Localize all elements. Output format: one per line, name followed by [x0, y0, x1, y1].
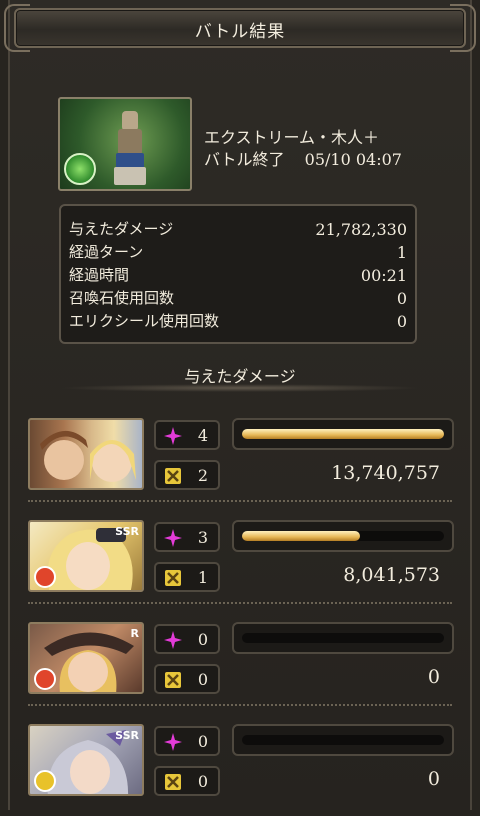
rarity-badge: SSR	[115, 525, 139, 538]
ability-icon	[165, 570, 181, 586]
duo-portrait	[40, 430, 136, 482]
damage-bar-track	[242, 735, 444, 745]
ougi-count: 4	[197, 426, 208, 445]
ougi-icon	[164, 529, 182, 547]
damage-value: 13,740,757	[331, 462, 440, 484]
rarity-badge: SSR	[115, 729, 139, 742]
ability-count-chip: 0	[154, 766, 220, 796]
character-portrait[interactable]	[28, 418, 144, 490]
ougi-icon	[164, 733, 182, 751]
damage-value: 8,041,573	[343, 564, 440, 586]
rarity-badge: R	[130, 627, 139, 640]
stat-value: 0	[396, 289, 407, 308]
stat-value: 1	[396, 243, 407, 262]
character-portrait[interactable]: R	[28, 622, 144, 694]
character-row: 4 2 13,740,757	[28, 418, 454, 510]
stat-row: 経過ターン 1	[69, 241, 407, 264]
damage-bar	[232, 520, 454, 552]
ougi-count-chip: 0	[154, 624, 220, 654]
section-divider	[60, 384, 420, 392]
ougi-count-chip: 3	[154, 522, 220, 552]
ability-count: 1	[197, 568, 208, 587]
ougi-count: 3	[197, 528, 208, 547]
light-element-icon	[34, 770, 56, 792]
stat-row: 経過時間 00:21	[69, 264, 407, 287]
quest-info: エクストリーム・木人＋ バトル終了 05/10 04:07	[204, 127, 402, 171]
ability-icon	[165, 672, 181, 688]
battle-end-line: バトル終了 05/10 04:07	[204, 149, 402, 171]
ougi-count: 0	[197, 732, 208, 751]
header: バトル結果	[0, 0, 480, 58]
damage-bar-fill	[242, 531, 361, 541]
row-divider	[28, 602, 452, 604]
fire-element-icon	[34, 668, 56, 690]
page-title: バトル結果	[194, 22, 286, 42]
ougi-icon	[164, 427, 182, 445]
character-portrait[interactable]: SSR	[28, 520, 144, 592]
quest-thumbnail	[58, 97, 192, 191]
row-divider	[28, 704, 452, 706]
wind-icon	[64, 153, 96, 185]
stat-row: 与えたダメージ 21,782,330	[69, 218, 407, 241]
fire-element-icon	[34, 566, 56, 588]
training-dummy-image	[114, 111, 146, 185]
ability-count: 2	[197, 466, 208, 485]
stat-label: 経過ターン	[69, 243, 144, 261]
stat-value: 21,782,330	[315, 220, 407, 239]
stat-label: 経過時間	[69, 266, 130, 284]
damage-bar-fill	[242, 429, 444, 439]
stats-panel: 与えたダメージ 21,782,330 経過ターン 1 経過時間 00:21 召喚石使用…	[59, 204, 417, 344]
damage-value: 0	[427, 768, 440, 790]
ougi-icon	[164, 631, 182, 649]
quest-name: エクストリーム・木人＋	[204, 128, 380, 147]
ability-count: 0	[197, 772, 208, 791]
damage-bar	[232, 724, 454, 756]
stat-row: エリクシール使用回数 0	[69, 310, 407, 333]
stat-label: 与えたダメージ	[69, 220, 174, 238]
battle-status: バトル終了	[204, 150, 285, 169]
stat-label: 召喚石使用回数	[69, 289, 175, 307]
ability-icon	[165, 774, 181, 790]
damage-bar-track	[242, 633, 444, 643]
ability-count-chip: 2	[154, 460, 220, 490]
ability-count-chip: 1	[154, 562, 220, 592]
ougi-count-chip: 0	[154, 726, 220, 756]
stat-label: エリクシール使用回数	[69, 312, 220, 330]
damage-value: 0	[427, 666, 440, 688]
row-divider	[28, 500, 452, 502]
ougi-count-chip: 4	[154, 420, 220, 450]
battle-time: 05/10 04:07	[304, 150, 402, 169]
ougi-count: 0	[197, 630, 208, 649]
character-row: SSR 0 0 0	[28, 724, 454, 816]
damage-bar-track	[242, 429, 444, 439]
ability-count-chip: 0	[154, 664, 220, 694]
damage-bar	[232, 418, 454, 450]
character-row: R 0 0 0	[28, 622, 454, 714]
character-portrait[interactable]: SSR	[28, 724, 144, 796]
stat-value: 00:21	[360, 266, 407, 285]
ability-count: 0	[197, 670, 208, 689]
stat-value: 0	[396, 312, 407, 331]
damage-bar	[232, 622, 454, 654]
character-row: SSR 3 1 8,041,573	[28, 520, 454, 612]
damage-bar-track	[242, 531, 444, 541]
stat-row: 召喚石使用回数 0	[69, 287, 407, 310]
ability-icon	[165, 468, 181, 484]
